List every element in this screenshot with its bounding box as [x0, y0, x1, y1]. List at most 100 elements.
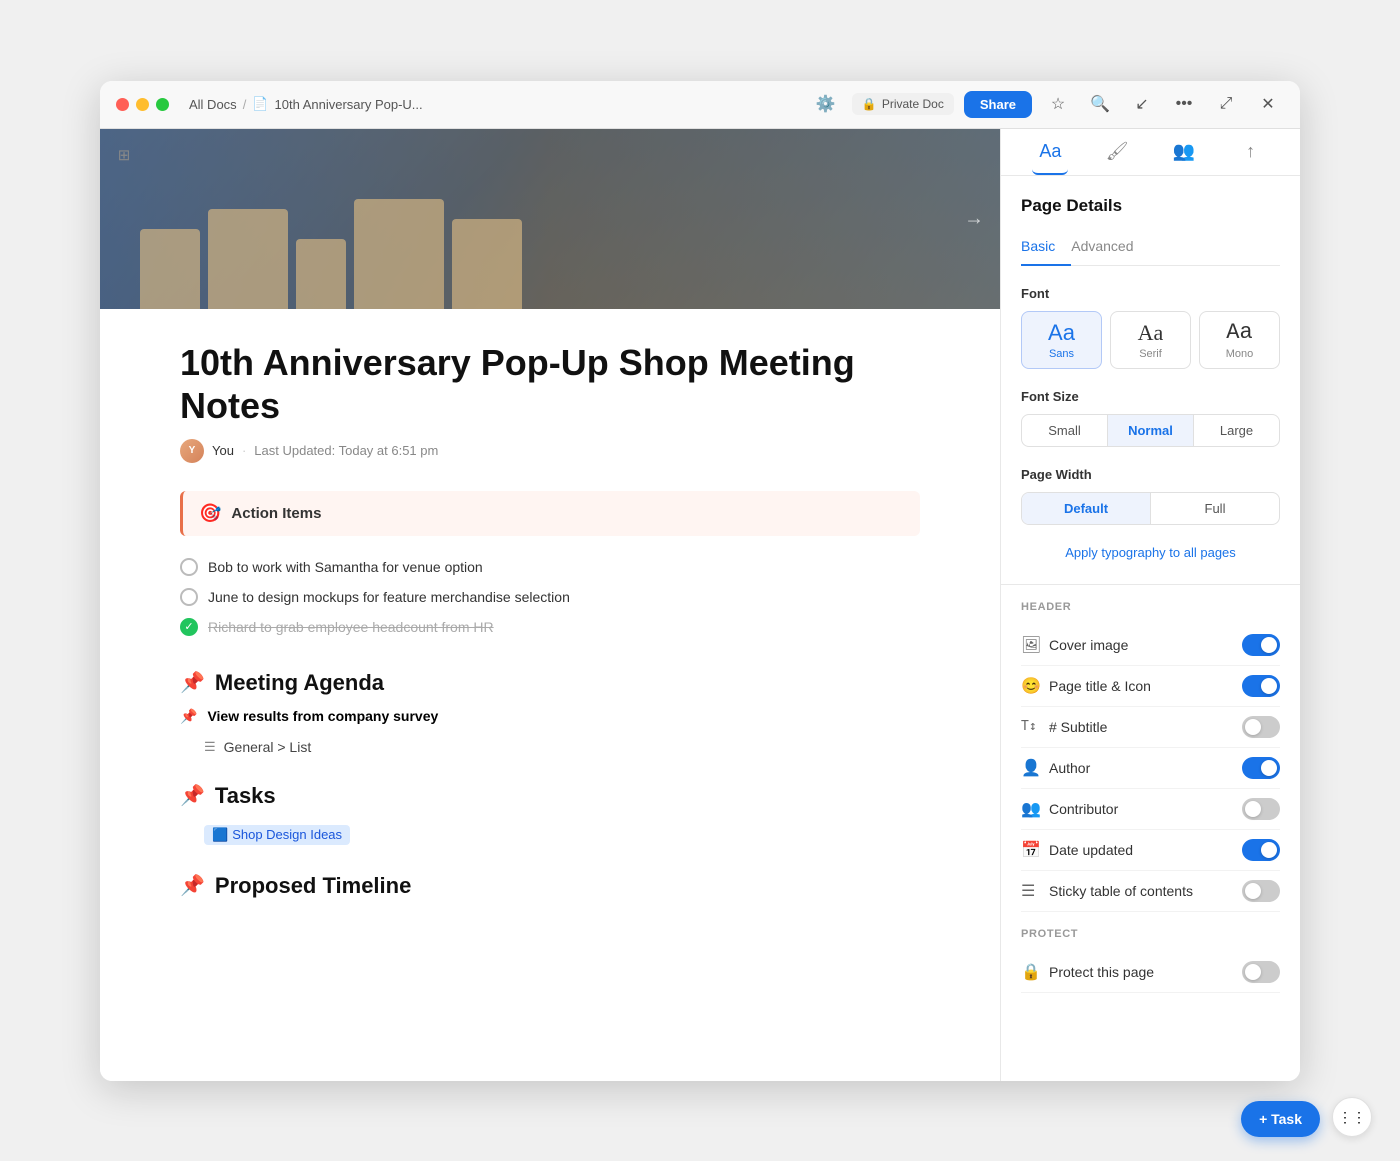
- bookmark-icon-btn[interactable]: ☆: [1042, 88, 1074, 120]
- privacy-badge[interactable]: 🔒 Private Doc: [852, 93, 954, 115]
- sidebar-divider-1: [1001, 584, 1300, 585]
- list-item-1: ☰ General > List: [204, 735, 920, 759]
- width-default[interactable]: Default: [1022, 493, 1151, 524]
- contributor-toggle[interactable]: [1242, 798, 1280, 820]
- meta-separator: ·: [242, 443, 246, 458]
- todo-checkbox-1[interactable]: [180, 558, 198, 576]
- size-large[interactable]: Large: [1194, 415, 1279, 446]
- font-options: Aa Sans Aa Serif Aa Mono: [1021, 311, 1280, 369]
- timeline-icon: 📌: [180, 873, 205, 898]
- lock-icon: 🔒: [862, 97, 877, 111]
- subtitle-icon: T↕: [1021, 719, 1049, 734]
- titlebar-actions: ⚙️ 🔒 Private Doc Share ☆ 🔍 ↙ ••• ⤢ ✕: [810, 88, 1284, 120]
- author-label: Author: [1049, 760, 1242, 776]
- search-icon-btn[interactable]: 🔍: [1084, 88, 1116, 120]
- download-icon-btn[interactable]: ↙: [1126, 88, 1158, 120]
- right-sidebar: Aa 🖌 👥 ↑ Page Details Basic Advanced Fon…: [1000, 129, 1300, 1081]
- breadcrumb: All Docs / 📄 10th Anniversary Pop-U...: [189, 96, 423, 112]
- font-label: Font: [1021, 286, 1280, 301]
- minimize-button[interactable]: [136, 98, 149, 111]
- font-serif-aa: Aa: [1138, 322, 1164, 344]
- tab-text[interactable]: Aa: [1032, 139, 1068, 175]
- fullscreen-button[interactable]: [156, 98, 169, 111]
- font-size-label: Font Size: [1021, 389, 1280, 404]
- todo-item-1: Bob to work with Samantha for venue opti…: [180, 552, 920, 582]
- titlebar: All Docs / 📄 10th Anniversary Pop-U... ⚙…: [100, 81, 1300, 129]
- grid-view-button[interactable]: ⋮⋮: [1332, 1097, 1372, 1137]
- close-icon-btn[interactable]: ✕: [1252, 88, 1284, 120]
- doc-icon: 📄: [252, 96, 268, 112]
- doc-title: 10th Anniversary Pop-Up Shop Meeting Not…: [180, 341, 920, 427]
- font-option-sans[interactable]: Aa Sans: [1021, 311, 1102, 369]
- todo-checkbox-3[interactable]: ✓: [180, 618, 198, 636]
- close-button[interactable]: [116, 98, 129, 111]
- date-updated-icon: 📅: [1021, 840, 1049, 860]
- todo-item-2: June to design mockups for feature merch…: [180, 582, 920, 612]
- sidebar-body: Page Details Basic Advanced Font Aa Sans…: [1001, 176, 1300, 1081]
- author-toggle[interactable]: [1242, 757, 1280, 779]
- tasks-icon: 📌: [180, 783, 205, 808]
- size-small[interactable]: Small: [1022, 415, 1108, 446]
- tab-users[interactable]: 👥: [1166, 139, 1202, 175]
- avatar: Y: [180, 439, 204, 463]
- survey-icon: 📌: [180, 708, 197, 725]
- font-option-serif[interactable]: Aa Serif: [1110, 311, 1191, 369]
- todo-text-3: Richard to grab employee headcount from …: [208, 619, 494, 635]
- survey-text: View results from company survey: [207, 708, 438, 724]
- doc-area: ⊞ → 10th Anniversary Pop-Up Shop Meeting…: [100, 129, 1000, 1081]
- toggle-author: 👤 Author: [1021, 748, 1280, 789]
- doc-meta: Y You · Last Updated: Today at 6:51 pm: [180, 439, 920, 463]
- header-section-label: HEADER: [1021, 601, 1280, 613]
- meeting-agenda-heading: 📌 Meeting Agenda: [180, 670, 920, 696]
- sticky-toc-toggle[interactable]: [1242, 880, 1280, 902]
- protect-section-label: PROTECT: [1021, 928, 1280, 940]
- more-icon-btn[interactable]: •••: [1168, 88, 1200, 120]
- survey-item: 📌 View results from company survey: [180, 708, 920, 725]
- width-full[interactable]: Full: [1151, 493, 1279, 524]
- tab-paint[interactable]: 🖌: [1099, 139, 1135, 175]
- page-width-options: Default Full: [1021, 492, 1280, 525]
- page-detail-tabs: Basic Advanced: [1021, 232, 1280, 266]
- sticky-toc-label: Sticky table of contents: [1049, 883, 1242, 899]
- sidebar-toggle-button[interactable]: ⊞: [110, 141, 138, 169]
- app-window: All Docs / 📄 10th Anniversary Pop-U... ⚙…: [100, 81, 1300, 1081]
- contributor-icon: 👥: [1021, 799, 1049, 819]
- window-size-icon-btn[interactable]: ⤢: [1210, 88, 1242, 120]
- sidebar-top-tabs: Aa 🖌 👥 ↑: [1001, 129, 1300, 176]
- task-fab-button[interactable]: + Task: [1241, 1101, 1320, 1137]
- font-sans-aa: Aa: [1048, 322, 1075, 344]
- date-updated-label: Date updated: [1049, 842, 1242, 858]
- size-normal[interactable]: Normal: [1108, 415, 1194, 446]
- callout-icon: 🎯: [199, 503, 221, 524]
- tab-share[interactable]: ↑: [1233, 139, 1269, 175]
- font-mono-aa: Aa: [1226, 322, 1252, 344]
- font-serif-label: Serif: [1139, 348, 1162, 360]
- protect-toggle[interactable]: [1242, 961, 1280, 983]
- settings-icon-btn[interactable]: ⚙️: [810, 88, 842, 120]
- tab-basic[interactable]: Basic: [1021, 232, 1071, 266]
- agenda-heading-text: Meeting Agenda: [215, 670, 384, 696]
- font-option-mono[interactable]: Aa Mono: [1199, 311, 1280, 369]
- breadcrumb-home[interactable]: All Docs: [189, 97, 237, 112]
- todo-checkbox-2[interactable]: [180, 588, 198, 606]
- apply-typography-link[interactable]: Apply typography to all pages: [1021, 541, 1280, 564]
- callout-block: 🎯 Action Items: [180, 491, 920, 536]
- cover-arrow-icon: →: [964, 207, 984, 230]
- agenda-icon: 📌: [180, 670, 205, 695]
- last-updated: Last Updated: Today at 6:51 pm: [254, 443, 438, 458]
- share-button[interactable]: Share: [964, 91, 1032, 118]
- toggle-page-title: 😊 Page title & Icon: [1021, 666, 1280, 707]
- cover-image-label: Cover image: [1049, 637, 1242, 653]
- date-updated-toggle[interactable]: [1242, 839, 1280, 861]
- tasks-heading-text: Tasks: [215, 783, 276, 809]
- cover-image: →: [100, 129, 1000, 309]
- todo-text-1: Bob to work with Samantha for venue opti…: [208, 559, 483, 575]
- page-title-toggle[interactable]: [1242, 675, 1280, 697]
- tab-advanced[interactable]: Advanced: [1071, 232, 1149, 266]
- cover-image-toggle[interactable]: [1242, 634, 1280, 656]
- subtitle-toggle[interactable]: [1242, 716, 1280, 738]
- sticky-toc-icon: ☰: [1021, 881, 1049, 901]
- toggle-subtitle: T↕ # Subtitle: [1021, 707, 1280, 748]
- cover-image-icon: 🖼: [1021, 635, 1049, 655]
- agenda-bullet-list: ☰ General > List: [204, 735, 920, 759]
